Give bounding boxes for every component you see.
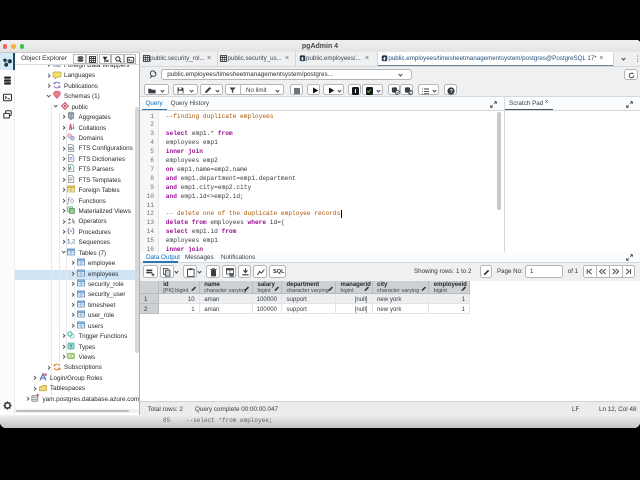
- svg-text:,2: ,2: [70, 240, 76, 246]
- svg-text:?: ?: [450, 89, 453, 95]
- svg-text:(): (): [70, 198, 74, 204]
